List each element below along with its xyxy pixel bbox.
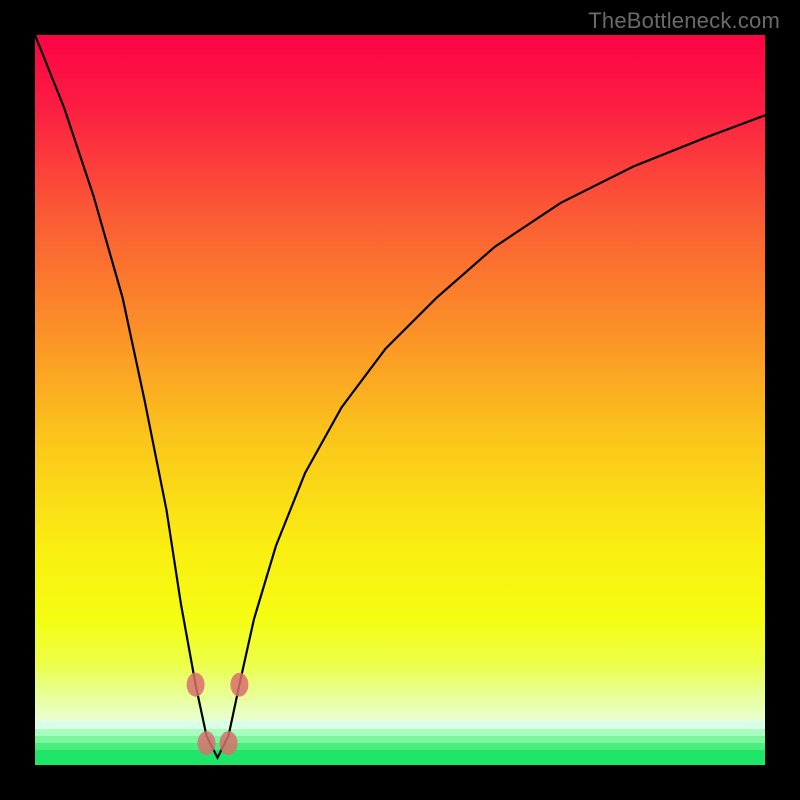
watermark-text: TheBottleneck.com xyxy=(588,8,780,34)
bottleneck-curve-svg xyxy=(35,35,765,765)
curve-marker xyxy=(198,731,216,755)
plot-area xyxy=(35,35,765,765)
bottleneck-curve-path xyxy=(35,35,765,758)
curve-markers xyxy=(187,673,249,755)
chart-frame: TheBottleneck.com xyxy=(0,0,800,800)
curve-marker xyxy=(220,731,238,755)
curve-marker xyxy=(230,673,248,697)
curve-marker xyxy=(187,673,205,697)
